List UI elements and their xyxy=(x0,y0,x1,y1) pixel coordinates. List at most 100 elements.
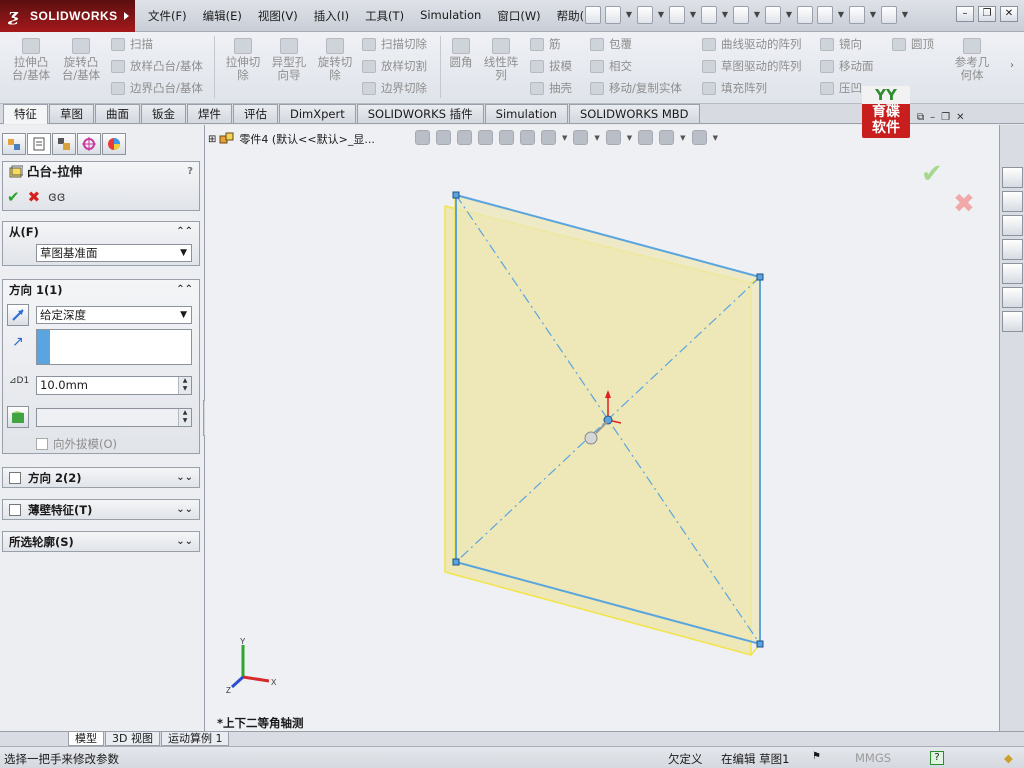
draft-outward-option[interactable]: 向外拔模(O) xyxy=(36,436,117,452)
indent-button[interactable]: 压凹 xyxy=(820,80,862,96)
rib-button[interactable]: 筋 xyxy=(530,36,561,52)
confirm-ok-icon[interactable]: ✔ xyxy=(921,161,975,187)
direction-selection-box[interactable] xyxy=(36,329,192,365)
menu-edit[interactable]: 编辑(E) xyxy=(203,8,242,24)
menu-file[interactable]: 文件(F) xyxy=(148,8,187,24)
collapse-chevron-icon[interactable]: ⌃⌃ xyxy=(176,280,193,300)
tab-3d-views[interactable]: 3D 视图 xyxy=(105,732,160,746)
expand-chevron-icon[interactable]: ⌄⌄ xyxy=(176,468,193,488)
linear-pattern-button[interactable]: 线性阵 列 xyxy=(480,38,522,82)
direction2-section[interactable]: 方向 2(2) ⌄⌄ xyxy=(2,467,200,488)
options-dropdown-icon[interactable]: ▼ xyxy=(869,6,877,24)
design-library-icon[interactable] xyxy=(1002,215,1023,236)
move-copy-body-button[interactable]: 移动/复制实体 xyxy=(590,80,682,96)
model-viewport[interactable] xyxy=(205,125,999,745)
extrude-boss-button[interactable]: 拉伸凸 台/基体 xyxy=(8,38,54,82)
restore-button[interactable]: ❐ xyxy=(978,6,996,22)
move-face-button[interactable]: 移动面 xyxy=(820,58,874,74)
select-dropdown-icon[interactable]: ▼ xyxy=(785,6,793,24)
tab-addins[interactable]: SOLIDWORKS 插件 xyxy=(356,104,484,123)
intersect-button[interactable]: 相交 xyxy=(590,58,632,74)
draft-angle-input[interactable]: ▲ ▼ xyxy=(36,408,192,427)
menu-view[interactable]: 视图(V) xyxy=(258,8,298,24)
tab-mbd[interactable]: SOLIDWORKS MBD xyxy=(568,104,700,123)
extrude-drag-handle[interactable] xyxy=(584,431,598,445)
sketch-vertex[interactable] xyxy=(452,558,460,566)
thin-feature-checkbox[interactable] xyxy=(9,504,21,516)
display-manager-tab[interactable] xyxy=(102,133,126,155)
confirm-cancel-icon[interactable]: ✖ xyxy=(953,191,975,217)
depth-spinner[interactable]: ▲ ▼ xyxy=(178,377,191,394)
doc-tile-icon[interactable]: ⧉ xyxy=(917,112,924,123)
direction2-section-header[interactable]: 方向 2(2) ⌄⌄ xyxy=(3,468,199,488)
rebuild-status-icon[interactable]: ⚑ xyxy=(812,751,821,762)
wrap-button[interactable]: 包覆 xyxy=(590,36,632,52)
help-icon[interactable] xyxy=(881,6,897,24)
dome-button[interactable]: 圆顶 xyxy=(892,36,934,52)
property-manager-tab[interactable] xyxy=(27,133,51,155)
curve-pattern-button[interactable]: 曲线驱动的阵列 xyxy=(702,36,802,52)
file-properties-icon[interactable] xyxy=(817,6,833,24)
thin-feature-section[interactable]: 薄壁特征(T) ⌄⌄ xyxy=(2,499,200,520)
depth-input[interactable]: 10.0mm ▲ ▼ xyxy=(36,376,192,395)
help-dropdown-icon[interactable]: ▼ xyxy=(901,6,909,24)
save-dropdown-icon[interactable]: ▼ xyxy=(689,6,697,24)
tab-model[interactable]: 模型 xyxy=(68,732,104,746)
sketch-pattern-button[interactable]: 草图驱动的阵列 xyxy=(702,58,802,74)
direction2-checkbox[interactable] xyxy=(9,472,21,484)
tab-features[interactable]: 特征 xyxy=(3,104,48,124)
open-dropdown-icon[interactable]: ▼ xyxy=(657,6,665,24)
tab-sheet-metal[interactable]: 钣金 xyxy=(141,104,186,123)
end-condition-select[interactable]: 给定深度 ▼ xyxy=(36,306,192,324)
doc-minimize-icon[interactable]: – xyxy=(930,112,935,123)
selected-contours-section-header[interactable]: 所选轮廓(S) ⌄⌄ xyxy=(3,532,199,552)
options-icon[interactable] xyxy=(849,6,865,24)
swept-cut-button[interactable]: 扫描切除 xyxy=(362,36,427,52)
boundary-cut-button[interactable]: 边界切除 xyxy=(362,80,427,96)
collapse-chevron-icon[interactable]: ⌃⌃ xyxy=(176,222,193,242)
selected-contours-section[interactable]: 所选轮廓(S) ⌄⌄ xyxy=(2,531,200,552)
tab-motion-study[interactable]: 运动算例 1 xyxy=(160,732,230,746)
tab-dimxpert[interactable]: DimXpert xyxy=(279,104,356,123)
new-document-icon[interactable] xyxy=(605,6,621,24)
sketch-vertex[interactable] xyxy=(452,191,460,199)
thin-feature-section-header[interactable]: 薄壁特征(T) ⌄⌄ xyxy=(3,500,199,520)
tab-sketch[interactable]: 草图 xyxy=(49,104,94,123)
shell-button[interactable]: 抽壳 xyxy=(530,80,572,96)
help-button[interactable]: ? xyxy=(187,162,193,182)
select-icon[interactable] xyxy=(765,6,781,24)
configuration-manager-tab[interactable] xyxy=(52,133,76,155)
rebuild-icon[interactable] xyxy=(797,6,813,24)
undo-dropdown-icon[interactable]: ▼ xyxy=(753,6,761,24)
from-select[interactable]: 草图基准面 ▼ xyxy=(36,244,192,262)
ok-check-icon[interactable]: ✔ xyxy=(7,188,20,206)
menu-insert[interactable]: 插入(I) xyxy=(314,8,349,24)
reference-geometry-button[interactable]: 参考几 何体 xyxy=(948,38,996,82)
file-properties-dropdown-icon[interactable]: ▼ xyxy=(837,6,845,24)
from-section-header[interactable]: 从(F) ⌃⌃ xyxy=(3,222,199,242)
custom-properties-icon[interactable] xyxy=(1002,287,1023,308)
menu-tools[interactable]: 工具(T) xyxy=(365,8,404,24)
menu-window[interactable]: 窗口(W) xyxy=(497,8,540,24)
loft-button[interactable]: 放样凸台/基体 xyxy=(111,58,203,74)
boundary-boss-button[interactable]: 边界凸台/基体 xyxy=(111,80,203,96)
reverse-direction-button[interactable] xyxy=(7,304,29,326)
hole-wizard-button[interactable]: 异型孔 向导 xyxy=(268,38,310,82)
tab-evaluate[interactable]: 评估 xyxy=(233,104,278,123)
draft-toggle-button[interactable] xyxy=(7,406,29,428)
revolve-cut-button[interactable]: 旋转切 除 xyxy=(314,38,356,82)
tag-icon[interactable]: ◆ xyxy=(1004,751,1013,765)
undo-icon[interactable] xyxy=(733,6,749,24)
mirror-button[interactable]: 镜向 xyxy=(820,36,862,52)
expand-chevron-icon[interactable]: ⌄⌄ xyxy=(176,532,193,552)
view-palette-icon[interactable] xyxy=(1002,311,1023,332)
draft-outward-checkbox[interactable] xyxy=(36,438,48,450)
cancel-x-icon[interactable]: ✖ xyxy=(28,188,41,206)
direction1-section-header[interactable]: 方向 1(1) ⌃⌃ xyxy=(3,280,199,300)
close-button[interactable]: ✕ xyxy=(1000,6,1018,22)
tab-simulation[interactable]: Simulation xyxy=(484,104,568,123)
draft-angle-spinner[interactable]: ▲ ▼ xyxy=(178,409,191,426)
appearances-icon[interactable] xyxy=(1002,263,1023,284)
menu-simulation[interactable]: Simulation xyxy=(420,8,481,24)
doc-restore-icon[interactable]: ❐ xyxy=(941,112,950,123)
